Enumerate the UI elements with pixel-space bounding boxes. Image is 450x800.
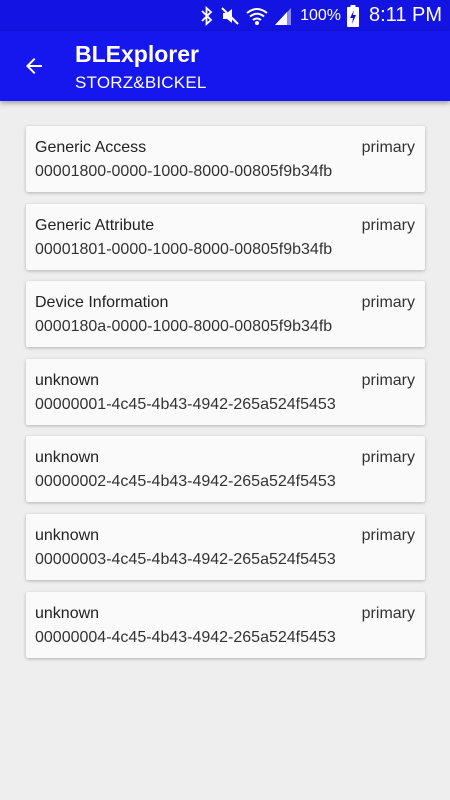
service-name: Generic Access — [35, 139, 147, 156]
service-uuid: 00000003-4c45-4b43-4942-265a524f5453 — [35, 550, 336, 568]
app-title: BLExplorer — [75, 41, 199, 67]
signal-icon — [274, 6, 292, 26]
battery-charging-icon — [347, 4, 359, 27]
services-list: Generic Access primary 00001800-0000-100… — [26, 126, 425, 669]
device-name-subtitle: STORZ&BICKEL — [75, 73, 207, 92]
battery-percent: 100% — [300, 6, 341, 24]
service-type: primary — [361, 371, 415, 389]
back-button[interactable] — [14, 48, 54, 88]
service-card[interactable]: Generic Access primary 00001800-0000-100… — [26, 126, 425, 192]
service-type: primary — [361, 604, 415, 622]
service-card[interactable]: unknown primary 00000002-4c45-4b43-4942-… — [26, 436, 425, 503]
status-icons: 100% 8:11 PM — [200, 0, 442, 31]
service-type: primary — [361, 139, 415, 156]
service-card[interactable]: unknown primary 00000001-4c45-4b43-4942-… — [26, 358, 425, 425]
app-bar: BLExplorer STORZ&BICKEL — [0, 31, 450, 101]
status-bar: 100% 8:11 PM — [0, 0, 450, 31]
service-type: primary — [361, 216, 415, 234]
service-uuid: 00000001-4c45-4b43-4942-265a524f5453 — [35, 395, 336, 413]
service-uuid: 00001800-0000-1000-8000-00805f9b34fb — [35, 163, 333, 180]
service-card[interactable]: Generic Attribute primary 00001801-0000-… — [26, 203, 425, 270]
mute-icon — [220, 6, 240, 26]
service-uuid: 00001801-0000-1000-8000-00805f9b34fb — [35, 240, 333, 258]
service-uuid: 00000002-4c45-4b43-4942-265a524f5453 — [35, 473, 336, 491]
service-card[interactable]: unknown primary 00000004-4c45-4b43-4942-… — [26, 591, 425, 658]
service-uuid: 00000004-4c45-4b43-4942-265a524f5453 — [35, 628, 336, 646]
service-type: primary — [361, 294, 415, 312]
service-uuid: 0000180a-0000-1000-8000-00805f9b34fb — [35, 318, 333, 336]
service-name: unknown — [35, 604, 100, 622]
service-name: unknown — [35, 371, 100, 389]
service-type: primary — [361, 449, 415, 467]
service-card[interactable]: Device Information primary 0000180a-0000… — [26, 281, 425, 348]
service-name: unknown — [35, 449, 100, 467]
service-name: Generic Attribute — [35, 216, 155, 234]
arrow-back-icon — [22, 54, 46, 83]
wifi-icon — [246, 6, 268, 26]
bluetooth-icon — [200, 5, 214, 26]
service-card[interactable]: unknown primary 00000003-4c45-4b43-4942-… — [26, 513, 425, 580]
service-name: Device Information — [35, 294, 169, 312]
service-type: primary — [361, 526, 415, 544]
status-time: 8:11 PM — [369, 4, 442, 26]
service-name: unknown — [35, 526, 100, 544]
